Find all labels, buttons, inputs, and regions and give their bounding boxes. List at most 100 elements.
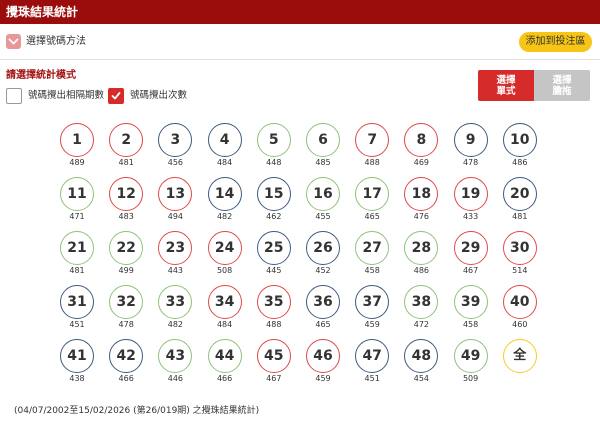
ball-39[interactable]: 39 458 <box>453 285 488 335</box>
ball-draw-count: 452 <box>315 266 331 275</box>
ball-43[interactable]: 43 446 <box>158 339 193 389</box>
ball-draw-count: 486 <box>413 266 430 275</box>
ball-number: 6 <box>306 123 340 157</box>
ball-34[interactable]: 34 484 <box>207 285 242 335</box>
ball-15[interactable]: 15 462 <box>256 177 291 227</box>
ball-17[interactable]: 17 465 <box>355 177 390 227</box>
ball-35[interactable]: 35 488 <box>256 285 291 335</box>
ball-5[interactable]: 5 448 <box>256 123 291 173</box>
ball-draw-count: 458 <box>462 320 479 329</box>
select-all-ball[interactable]: 全 <box>502 339 537 389</box>
ball-draw-count: 467 <box>462 266 479 275</box>
ball-47[interactable]: 47 451 <box>355 339 390 389</box>
ball-10[interactable]: 10 486 <box>502 123 537 173</box>
ball-number: 48 <box>404 339 439 373</box>
ball-draw-count: 458 <box>364 266 380 275</box>
ball-draw-count: 489 <box>69 158 85 167</box>
ball-number: 12 <box>109 177 144 211</box>
ball-draw-count: 484 <box>216 320 233 329</box>
ball-14[interactable]: 14 482 <box>207 177 242 227</box>
ball-number: 38 <box>404 285 439 319</box>
ball-12[interactable]: 12 483 <box>109 177 144 227</box>
ball-draw-count: 486 <box>512 158 528 167</box>
ball-1[interactable]: 1 489 <box>60 123 94 173</box>
ball-3[interactable]: 3 456 <box>158 123 193 173</box>
ball-number: 3 <box>158 123 193 157</box>
ball-19[interactable]: 19 433 <box>453 177 488 227</box>
ball-number: 42 <box>109 339 144 373</box>
ball-number: 8 <box>404 123 439 157</box>
ball-46[interactable]: 46 459 <box>306 339 340 389</box>
ball-number: 49 <box>453 339 488 373</box>
ball-6[interactable]: 6 485 <box>306 123 340 173</box>
ball-13[interactable]: 13 494 <box>158 177 193 227</box>
ball-draw-count: 451 <box>364 374 380 383</box>
ball-45[interactable]: 45 467 <box>256 339 291 389</box>
ball-2[interactable]: 2 481 <box>109 123 144 173</box>
ball-42[interactable]: 42 466 <box>109 339 144 389</box>
ball-11[interactable]: 11 471 <box>60 177 94 227</box>
ball-25[interactable]: 25 445 <box>256 231 291 281</box>
ball-21[interactable]: 21 481 <box>60 231 94 281</box>
ball-7[interactable]: 7 488 <box>355 123 390 173</box>
ball-41[interactable]: 41 438 <box>60 339 94 389</box>
ball-number: 25 <box>256 231 291 265</box>
ball-26[interactable]: 26 452 <box>306 231 340 281</box>
ball-36[interactable]: 36 465 <box>306 285 340 335</box>
ball-20[interactable]: 20 481 <box>502 177 537 227</box>
ball-number: 18 <box>404 177 439 211</box>
ball-number: 27 <box>355 231 390 265</box>
ball-8[interactable]: 8 469 <box>404 123 439 173</box>
ball-draw-count: 483 <box>118 212 134 221</box>
ball-number: 33 <box>158 285 193 319</box>
ball-16[interactable]: 16 455 <box>306 177 340 227</box>
ball-30[interactable]: 30 514 <box>502 231 537 281</box>
ball-4[interactable]: 4 484 <box>207 123 242 173</box>
ball-49[interactable]: 49 509 <box>453 339 488 389</box>
ball-27[interactable]: 27 458 <box>355 231 390 281</box>
ball-number: 10 <box>502 123 537 157</box>
ball-number: 1 <box>60 123 94 157</box>
ball-number: 23 <box>158 231 193 265</box>
ball-draw-count: 459 <box>315 374 331 383</box>
ball-18[interactable]: 18 476 <box>404 177 439 227</box>
ball-draw-count: 482 <box>167 320 184 329</box>
ball-23[interactable]: 23 443 <box>158 231 193 281</box>
ball-draw-count: 488 <box>364 158 380 167</box>
ball-33[interactable]: 33 482 <box>158 285 193 335</box>
ball-number: 36 <box>306 285 340 319</box>
ball-48[interactable]: 48 454 <box>404 339 439 389</box>
ball-draw-count: 455 <box>315 212 331 221</box>
ball-38[interactable]: 38 472 <box>404 285 439 335</box>
ball-32[interactable]: 32 478 <box>109 285 144 335</box>
ball-draw-count: 478 <box>462 158 479 167</box>
ball-number: 39 <box>453 285 488 319</box>
ball-draw-count: 448 <box>266 158 282 167</box>
ball-grid: 1 489 2 481 3 456 4 484 5 448 6 485 7 488 8 469 9 478 10 48… <box>0 0 600 400</box>
ball-29[interactable]: 29 467 <box>453 231 488 281</box>
ball-draw-count: 484 <box>216 158 233 167</box>
ball-44[interactable]: 44 466 <box>207 339 242 389</box>
ball-draw-count: 485 <box>315 158 331 167</box>
ball-37[interactable]: 37 459 <box>355 285 390 335</box>
ball-draw-count: 438 <box>69 374 85 383</box>
ball-draw-count: 494 <box>167 212 184 221</box>
ball-draw-count: 471 <box>69 212 85 221</box>
ball-40[interactable]: 40 460 <box>502 285 537 335</box>
ball-draw-count: 465 <box>315 320 331 329</box>
ball-draw-count: 481 <box>118 158 134 167</box>
ball-9[interactable]: 9 478 <box>453 123 488 173</box>
ball-number: 17 <box>355 177 390 211</box>
ball-draw-count: 478 <box>118 320 134 329</box>
ball-number: 41 <box>60 339 94 373</box>
ball-number: 35 <box>256 285 291 319</box>
ball-number: 5 <box>256 123 291 157</box>
ball-28[interactable]: 28 486 <box>404 231 439 281</box>
ball-number: 40 <box>502 285 537 319</box>
ball-22[interactable]: 22 499 <box>109 231 144 281</box>
ball-31[interactable]: 31 451 <box>60 285 94 335</box>
ball-number: 31 <box>60 285 94 319</box>
ball-24[interactable]: 24 508 <box>207 231 242 281</box>
ball-number: 21 <box>60 231 94 265</box>
ball-number: 全 <box>502 339 537 373</box>
